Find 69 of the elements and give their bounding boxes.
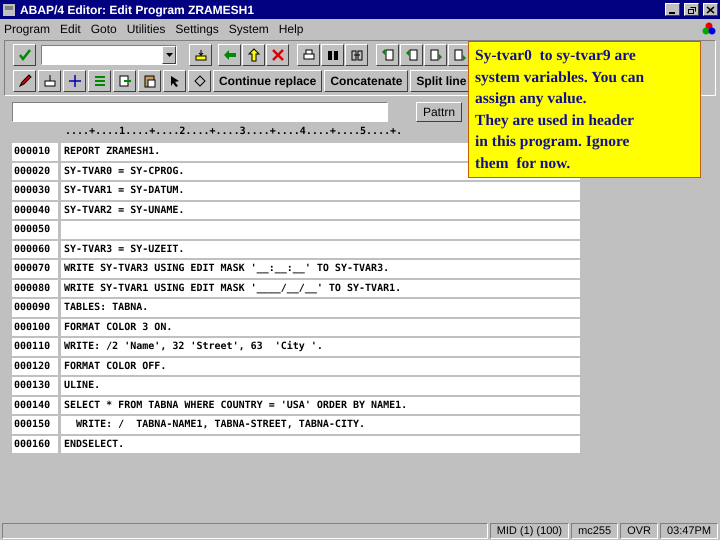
- export-icon[interactable]: [113, 70, 136, 92]
- restore-icon[interactable]: [684, 3, 699, 16]
- line-number: 000130: [12, 377, 58, 394]
- pattern-input-field[interactable]: [12, 102, 388, 122]
- menu-item[interactable]: Settings: [175, 20, 219, 38]
- code-line-field[interactable]: TABLES: TABNA.: [61, 299, 580, 316]
- line-number: 000010: [12, 143, 58, 160]
- command-field[interactable]: [41, 45, 177, 65]
- menu-item[interactable]: Goto: [90, 20, 117, 38]
- line-number: 000140: [12, 396, 58, 414]
- line-number: 000050: [12, 221, 58, 238]
- next-page-icon[interactable]: [424, 44, 447, 66]
- column-ruler: ....+....1....+....2....+....3....+....4....+....5....+.: [65, 125, 404, 139]
- dropdown-arrow-icon: [166, 53, 172, 57]
- printer-icon[interactable]: [297, 44, 320, 66]
- toolbar-button[interactable]: Continue replace: [213, 70, 322, 92]
- line-number: 000110: [12, 338, 58, 356]
- code-line-field[interactable]: WRITE SY-TVAR3 USING EDIT MASK '__:__:__' TO SY-TVAR3.: [61, 260, 580, 278]
- color-wheel-icon: [702, 22, 716, 36]
- line-number: 000060: [12, 240, 58, 258]
- menu-item[interactable]: Help: [278, 20, 304, 38]
- toolbar-button[interactable]: Concatenate: [324, 70, 408, 92]
- line-number: 000040: [12, 202, 58, 219]
- status-field: OVR: [620, 523, 658, 539]
- code-line-field[interactable]: [61, 221, 580, 238]
- code-line-field[interactable]: FORMAT COLOR OFF.: [61, 358, 580, 375]
- minimize-icon[interactable]: [665, 3, 680, 16]
- code-line-field[interactable]: ENDSELECT.: [61, 436, 580, 453]
- line-number: 000120: [12, 358, 58, 375]
- clipboard-icon[interactable]: [138, 70, 161, 92]
- code-line-field[interactable]: SY-TVAR2 = SY-UNAME.: [61, 202, 580, 219]
- pencil-icon[interactable]: [13, 70, 36, 92]
- app-icon: [2, 2, 16, 16]
- code-line-field[interactable]: SY-TVAR1 = SY-DATUM.: [61, 182, 580, 200]
- menu-item[interactable]: System: [228, 20, 269, 38]
- tray-icon[interactable]: [189, 44, 212, 66]
- pattern-button[interactable]: Pattrn: [416, 102, 462, 122]
- line-number: 000160: [12, 436, 58, 453]
- menu-item[interactable]: Program: [4, 20, 50, 38]
- line-number: 000090: [12, 299, 58, 316]
- code-line-field[interactable]: WRITE: /2 'Name', 32 'Street', 63 'City '.: [61, 338, 580, 356]
- move-icon[interactable]: [63, 70, 86, 92]
- cursor-icon[interactable]: [163, 70, 186, 92]
- status-field: MID (1) (100): [490, 523, 570, 539]
- line-number: 000030: [12, 182, 58, 200]
- check-icon[interactable]: [13, 44, 36, 66]
- menu-item[interactable]: Edit: [60, 20, 81, 38]
- close-icon[interactable]: [703, 3, 718, 16]
- insert-icon[interactable]: [38, 70, 61, 92]
- code-line-field[interactable]: FORMAT COLOR 3 ON.: [61, 318, 580, 336]
- callout-tooltip: Sy-tvar0 to sy-tvar9 are system variables. You can assign any value. They are used in header in this program. Ignore them for now.: [468, 41, 701, 178]
- code-line-field[interactable]: SY-TVAR3 = SY-UZEIT.: [61, 240, 580, 258]
- window-title: ABAP/4 Editor: Edit Program ZRAMESH1: [20, 2, 256, 18]
- line-number: 000100: [12, 318, 58, 336]
- lines-icon[interactable]: [88, 70, 111, 92]
- code-line-field[interactable]: WRITE: / TABNA-NAME1, TABNA-STREET, TABNA-CITY.: [61, 416, 580, 434]
- code-line-field[interactable]: ULINE.: [61, 377, 580, 394]
- cancel-icon[interactable]: [266, 44, 289, 66]
- first-page-icon[interactable]: [376, 44, 399, 66]
- previous-page-icon[interactable]: [400, 44, 423, 66]
- line-number: 000150: [12, 416, 58, 434]
- line-number: 000020: [12, 162, 58, 180]
- menu-item[interactable]: Utilities: [126, 20, 166, 38]
- line-number: 000080: [12, 280, 58, 297]
- code-line-field[interactable]: SELECT * FROM TABNA WHERE COUNTRY = 'USA' ORDER BY NAME1.: [61, 396, 580, 414]
- code-line-field[interactable]: WRITE SY-TVAR1 USING EDIT MASK '____/__/__' TO SY-TVAR1.: [61, 280, 580, 297]
- status-field: mc255: [571, 523, 618, 539]
- status-field: 03:47PM: [660, 523, 718, 539]
- line-number: 000070: [12, 260, 58, 278]
